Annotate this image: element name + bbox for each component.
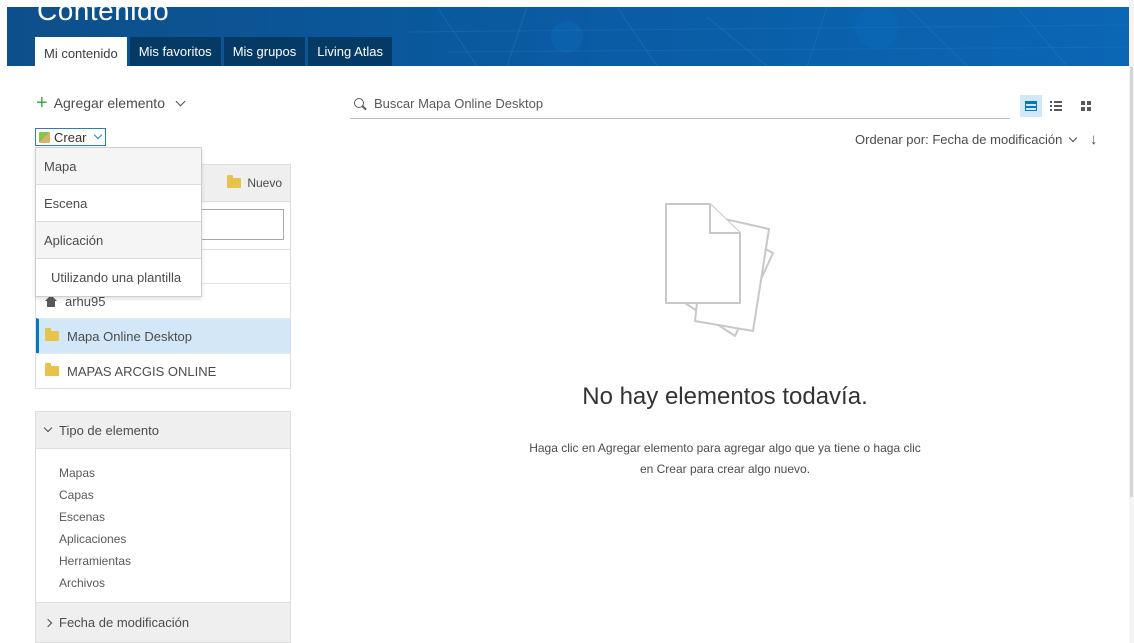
- arrow-down-icon[interactable]: ↓: [1090, 131, 1098, 148]
- chevron-down-icon: [1069, 133, 1078, 142]
- type-filter-escenas[interactable]: Escenas: [59, 506, 290, 528]
- table-view-icon: [1025, 101, 1037, 111]
- item-type-filter: Tipo de elemento Mapas Capas Escenas Apl…: [35, 411, 291, 643]
- search-bar: [350, 89, 1010, 119]
- tab-mis-grupos[interactable]: Mis grupos: [223, 37, 306, 66]
- type-filter-archivos[interactable]: Archivos: [59, 572, 290, 594]
- create-icon: [39, 131, 50, 143]
- empty-state-title: No hay elementos todavía.: [582, 383, 868, 410]
- item-type-list: Mapas Capas Escenas Aplicaciones Herrami…: [36, 449, 290, 594]
- tiles-view-icon: [1081, 101, 1091, 111]
- menu-item-plantilla[interactable]: Utilizando una plantilla: [36, 259, 201, 296]
- chevron-down-icon: [175, 96, 186, 106]
- empty-state-line: Haga clic en Agregar elemento para agreg…: [529, 441, 921, 455]
- empty-state-description: Haga clic en Agregar elemento para agreg…: [500, 438, 950, 480]
- folder-icon: [45, 328, 59, 341]
- chevron-right-icon: [43, 618, 53, 627]
- sort-dropdown[interactable]: Ordenar por: Fecha de modificación: [855, 132, 1078, 147]
- folder-icon: [45, 363, 59, 376]
- type-filter-capas[interactable]: Capas: [59, 484, 290, 506]
- grid-view-button[interactable]: [1075, 95, 1097, 117]
- menu-item-escena[interactable]: Escena: [36, 185, 201, 222]
- menu-item-mapa[interactable]: Mapa: [36, 148, 201, 185]
- search-icon: [354, 97, 366, 110]
- new-folder-button[interactable]: Nuevo: [227, 175, 282, 190]
- list-view-icon: [1050, 101, 1062, 111]
- tab-living-atlas[interactable]: Living Atlas: [308, 37, 393, 66]
- chevron-down-icon: [43, 423, 53, 433]
- list-view-button[interactable]: [1045, 95, 1067, 117]
- create-dropdown-menu: Mapa Escena Aplicación Utilizando una pl…: [35, 147, 202, 297]
- folder-item-label: MAPAS ARCGIS ONLINE: [67, 363, 217, 379]
- page-scrollbar[interactable]: [1129, 0, 1134, 643]
- add-item-button[interactable]: + Agregar elemento: [36, 92, 186, 114]
- new-folder-label: Nuevo: [247, 176, 282, 190]
- folder-item-mapas-arcgis-online[interactable]: MAPAS ARCGIS ONLINE: [36, 353, 290, 388]
- create-label: Crear: [54, 129, 87, 145]
- tab-mis-favoritos[interactable]: Mis favoritos: [129, 37, 221, 66]
- add-item-label: Agregar elemento: [53, 95, 165, 111]
- type-filter-herramientas[interactable]: Herramientas: [59, 550, 290, 572]
- scrollbar-thumb[interactable]: [1130, 67, 1133, 497]
- content-tabs: Mi contenido Mis favoritos Mis grupos Li…: [35, 37, 393, 66]
- search-input[interactable]: [374, 96, 994, 111]
- folder-item-label: Mapa Online Desktop: [67, 328, 193, 344]
- item-type-header[interactable]: Tipo de elemento: [36, 412, 290, 449]
- new-folder-icon: [227, 175, 242, 188]
- type-filter-mapas[interactable]: Mapas: [59, 462, 290, 484]
- page-title: Contenido: [37, 7, 170, 26]
- modified-date-filter[interactable]: Fecha de modificación: [36, 602, 290, 642]
- type-filter-aplicaciones[interactable]: Aplicaciones: [59, 528, 290, 550]
- create-button[interactable]: Crear: [35, 128, 106, 146]
- table-view-button[interactable]: [1020, 95, 1042, 117]
- folder-item-mapa-online-desktop[interactable]: Mapa Online Desktop: [36, 318, 290, 353]
- chevron-down-icon: [93, 130, 102, 140]
- plus-icon: +: [36, 92, 48, 114]
- sort-label: Ordenar por: Fecha de modificación: [855, 132, 1063, 147]
- empty-documents-icon: [665, 203, 774, 337]
- menu-item-aplicacion[interactable]: Aplicación: [36, 222, 201, 259]
- empty-state-line: en Crear para crear algo nuevo.: [639, 462, 811, 476]
- tab-mi-contenido[interactable]: Mi contenido: [35, 37, 127, 66]
- modified-date-heading: Fecha de modificación: [59, 615, 190, 630]
- content-banner: Contenido Mi contenido Mis favoritos Mis…: [7, 7, 1129, 66]
- item-type-heading: Tipo de elemento: [59, 422, 159, 438]
